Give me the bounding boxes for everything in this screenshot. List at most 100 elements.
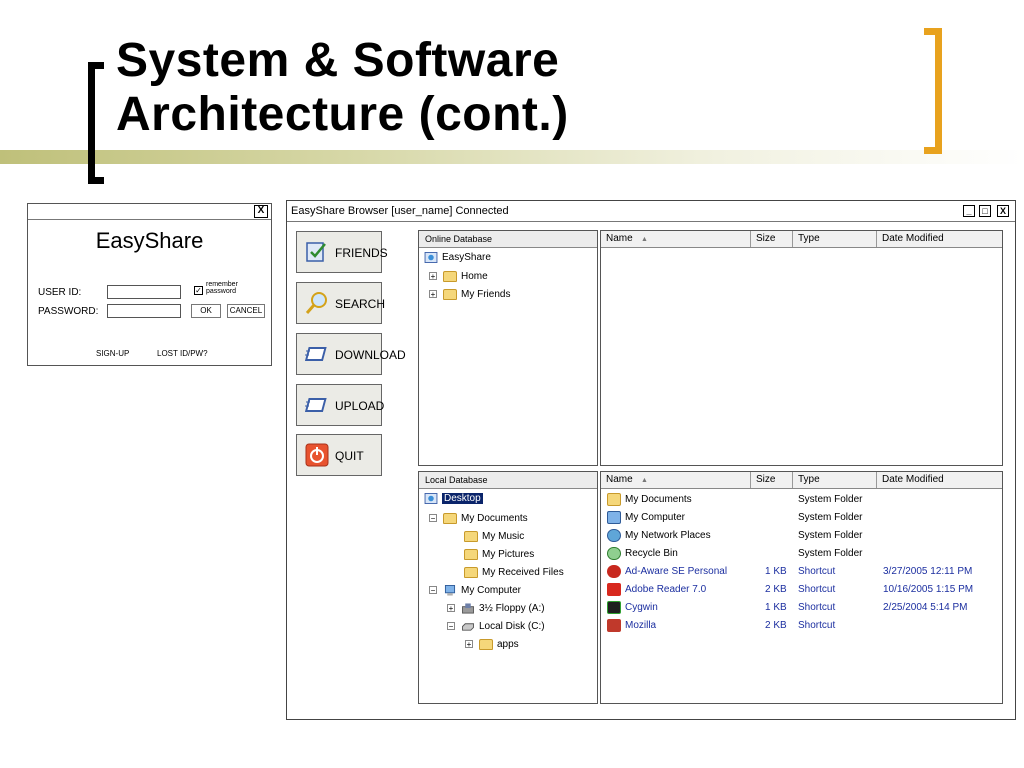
file-type: System Folder (798, 548, 863, 559)
column-size[interactable]: Size (751, 231, 793, 247)
collapse-icon[interactable]: − (429, 514, 437, 523)
file-name: Adobe Reader 7.0 (625, 584, 707, 595)
adobe-icon (607, 582, 621, 596)
tree-item-my-music[interactable]: My Music (464, 528, 524, 546)
easyshare-icon (424, 251, 438, 263)
file-row-ad-aware[interactable]: Ad-Aware SE Personal 1 KB Shortcut 3/27/… (601, 563, 1002, 581)
tree-item-my-friends[interactable]: + My Friends (429, 286, 510, 304)
friends-button-label: FRIENDS (335, 246, 388, 260)
file-type: System Folder (798, 530, 863, 541)
tree-item-my-documents[interactable]: − My Documents (429, 510, 528, 528)
file-row-my-computer[interactable]: My Computer System Folder (601, 509, 1002, 527)
cancel-button[interactable]: CANCEL (227, 304, 265, 318)
folder-icon (443, 288, 457, 300)
file-name: Mozilla (625, 620, 657, 631)
tree-item-label: My Received Files (482, 567, 564, 578)
upload-icon (305, 398, 327, 412)
maximize-button[interactable]: □ (979, 205, 991, 217)
expand-icon[interactable]: + (465, 640, 473, 649)
tree-item-floppy[interactable]: +3½ Floppy (A:) (447, 600, 545, 618)
folder-icon (443, 270, 457, 282)
local-database-header: Local Database (419, 472, 597, 489)
quit-button-label: QUIT (335, 449, 364, 463)
tree-item-my-computer[interactable]: − My Computer (429, 582, 521, 600)
upload-button[interactable]: UPLOAD (296, 384, 385, 426)
login-app-name: EasyShare (95, 228, 204, 253)
sign-up-link[interactable]: SIGN-UP (96, 349, 129, 358)
tree-item-label: Local Disk (C:) (479, 621, 545, 632)
search-icon (305, 292, 327, 314)
quit-button[interactable]: QUIT (296, 434, 382, 476)
expand-icon[interactable]: + (429, 272, 437, 281)
computer-icon (444, 584, 456, 596)
tree-item-label: My Music (482, 531, 525, 542)
column-date-modified[interactable]: Date Modified (877, 231, 1002, 247)
column-type[interactable]: Type (793, 231, 877, 247)
column-size[interactable]: Size (751, 472, 793, 488)
expand-icon[interactable]: + (429, 290, 437, 299)
disk-icon (462, 623, 474, 631)
pictures-folder-icon (464, 548, 478, 560)
tree-item-label: Desktop (442, 493, 483, 504)
download-button-label: DOWNLOAD (335, 348, 406, 362)
sort-arrow-icon: ▲ (641, 236, 648, 243)
login-close-button[interactable]: X (254, 205, 268, 218)
local-database-pane: Local Database Desktop − My Documents My … (418, 471, 598, 704)
file-name: My Documents (625, 494, 692, 505)
tree-item-desktop[interactable]: Desktop (424, 490, 483, 508)
tree-item-home[interactable]: + Home (429, 268, 488, 286)
file-name: My Network Places (625, 530, 711, 541)
upload-button-label: UPLOAD (335, 399, 385, 413)
online-database-pane: Online Database EasyShare + Home + My Frie… (418, 230, 598, 466)
file-row-my-network-places[interactable]: My Network Places System Folder (601, 527, 1002, 545)
file-name: My Computer (625, 512, 686, 523)
tree-item-my-pictures[interactable]: My Pictures (464, 546, 534, 564)
slide-title-line-2: Architecture (cont.) (116, 88, 569, 141)
adaware-icon (607, 564, 621, 578)
file-row-mozilla[interactable]: Mozilla 2 KB Shortcut (601, 617, 1002, 635)
remember-password-checkbox[interactable]: ✓ (194, 286, 203, 295)
file-row-recycle-bin[interactable]: Recycle Bin System Folder (601, 545, 1002, 563)
tree-item-local-disk[interactable]: − Local Disk (C:) (447, 618, 545, 636)
sort-arrow-icon: ▲ (641, 477, 648, 484)
tree-item-my-received-files[interactable]: My Received Files (464, 564, 564, 582)
mozilla-icon (607, 618, 621, 632)
ok-button[interactable]: OK (191, 304, 221, 318)
minimize-button[interactable]: _ (963, 205, 975, 217)
local-file-list: Name ▲ Size Type Date Modified My Docume… (600, 471, 1003, 704)
local-list-header: Name ▲ Size Type Date Modified (601, 472, 1002, 489)
file-row-my-documents[interactable]: My Documents System Folder (601, 491, 1002, 509)
folder-icon (607, 492, 621, 506)
user-id-input[interactable] (107, 285, 181, 299)
folder-icon (479, 638, 493, 650)
search-button[interactable]: SEARCH (296, 282, 386, 324)
search-button-label: SEARCH (335, 297, 386, 311)
cygwin-icon (607, 600, 621, 614)
expand-icon[interactable]: + (447, 604, 455, 613)
column-name[interactable]: Name ▲ (601, 231, 751, 247)
file-row-adobe-reader[interactable]: Adobe Reader 7.0 2 KB Shortcut 10/16/200… (601, 581, 1002, 599)
file-type: Shortcut (798, 584, 836, 595)
file-size: 1 KB (765, 602, 787, 613)
tree-item-easyshare[interactable]: EasyShare (424, 249, 491, 267)
file-modified: 2/25/2004 5:14 PM (883, 602, 968, 613)
collapse-icon[interactable]: − (447, 622, 455, 631)
download-button[interactable]: DOWNLOAD (296, 333, 406, 375)
tree-item-label: My Documents (461, 513, 528, 524)
column-name[interactable]: Name ▲ (601, 472, 751, 488)
collapse-icon[interactable]: − (429, 586, 437, 595)
file-row-cygwin[interactable]: Cygwin 1 KB Shortcut 2/25/2004 5:14 PM (601, 599, 1002, 617)
file-size: 1 KB (765, 566, 787, 577)
lost-password-link[interactable]: LOST ID/PW? (157, 349, 208, 358)
tree-item-apps[interactable]: + apps (465, 636, 519, 654)
column-date-modified[interactable]: Date Modified (877, 472, 1002, 488)
column-type[interactable]: Type (793, 472, 877, 488)
tree-item-label: Home (461, 271, 488, 282)
friends-button[interactable]: FRIENDS (296, 231, 388, 273)
file-name: Cygwin (625, 602, 658, 613)
folder-icon (443, 512, 457, 524)
left-bracket-decoration (88, 62, 104, 184)
close-button[interactable]: X (997, 205, 1009, 217)
file-name: Ad-Aware SE Personal (625, 566, 728, 577)
password-input[interactable] (107, 304, 181, 318)
